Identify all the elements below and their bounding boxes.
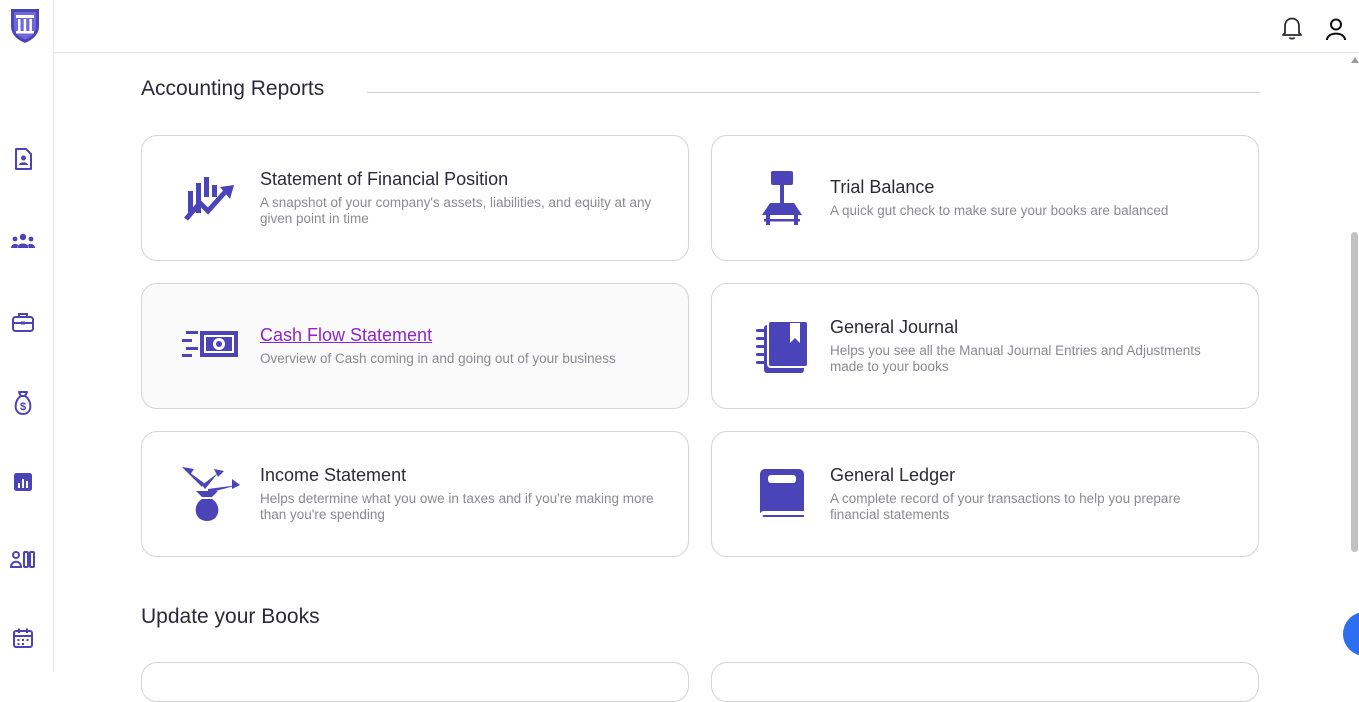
report-card-general-journal[interactable]: General Journal Helps you see all the Ma…	[711, 283, 1259, 409]
briefcase-icon[interactable]	[10, 309, 36, 335]
scale-icon	[748, 169, 812, 229]
svg-text:$: $	[20, 401, 26, 413]
sidebar: $	[0, 0, 54, 672]
card-description: A snapshot of your company's assets, lia…	[260, 195, 652, 226]
card-description: A quick gut check to make sure your book…	[830, 203, 1169, 218]
card-description: Helps you see all the Manual Journal Ent…	[830, 343, 1201, 374]
update-card[interactable]	[711, 662, 1259, 702]
card-title: General Ledger	[830, 465, 956, 485]
report-card-cash-flow[interactable]: Cash Flow Statement Overview of Cash com…	[141, 283, 689, 409]
card-title: Trial Balance	[830, 177, 935, 197]
chart-growth-icon	[178, 169, 242, 229]
report-card-financial-position[interactable]: Statement of Financial Position A snapsh…	[141, 135, 689, 261]
report-card-general-ledger[interactable]: General Ledger A complete record of your…	[711, 431, 1259, 557]
report-card-income-statement[interactable]: Income Statement Helps determine what yo…	[141, 431, 689, 557]
team-icon[interactable]	[10, 228, 36, 254]
section-title-accounting-reports: Accounting Reports	[141, 77, 325, 100]
card-title: Statement of Financial Position	[260, 169, 509, 189]
chat-button[interactable]	[1343, 612, 1359, 656]
contact-document-icon[interactable]	[10, 146, 36, 172]
section-divider	[367, 92, 1260, 93]
card-description: Overview of Cash coming in and going out…	[260, 351, 616, 366]
section-title-update-books: Update your Books	[141, 605, 320, 628]
report-card-trial-balance[interactable]: Trial Balance A quick gut check to make …	[711, 135, 1259, 261]
bank-logo-icon[interactable]	[8, 6, 42, 44]
income-bag-icon	[178, 465, 242, 525]
bell-icon[interactable]	[1279, 15, 1305, 41]
card-description: Helps determine what you owe in taxes an…	[260, 491, 654, 522]
scrollbar-thumb[interactable]	[1351, 232, 1358, 552]
user-list-icon[interactable]	[10, 547, 36, 573]
cash-flow-link[interactable]: Cash Flow Statement	[260, 325, 660, 346]
money-bag-icon[interactable]: $	[10, 390, 36, 416]
calendar-icon[interactable]	[10, 625, 36, 651]
journal-icon	[748, 317, 812, 377]
cash-flow-icon	[178, 317, 242, 377]
card-title: Income Statement	[260, 465, 407, 485]
scroll-up-arrow[interactable]	[1351, 57, 1359, 63]
card-title: General Journal	[830, 317, 959, 337]
bar-chart-icon[interactable]	[10, 469, 36, 495]
user-icon[interactable]	[1323, 16, 1349, 42]
update-card[interactable]	[141, 662, 689, 702]
ledger-book-icon	[748, 465, 812, 525]
card-description: A complete record of your transactions t…	[830, 491, 1181, 522]
top-bar	[54, 0, 1359, 53]
